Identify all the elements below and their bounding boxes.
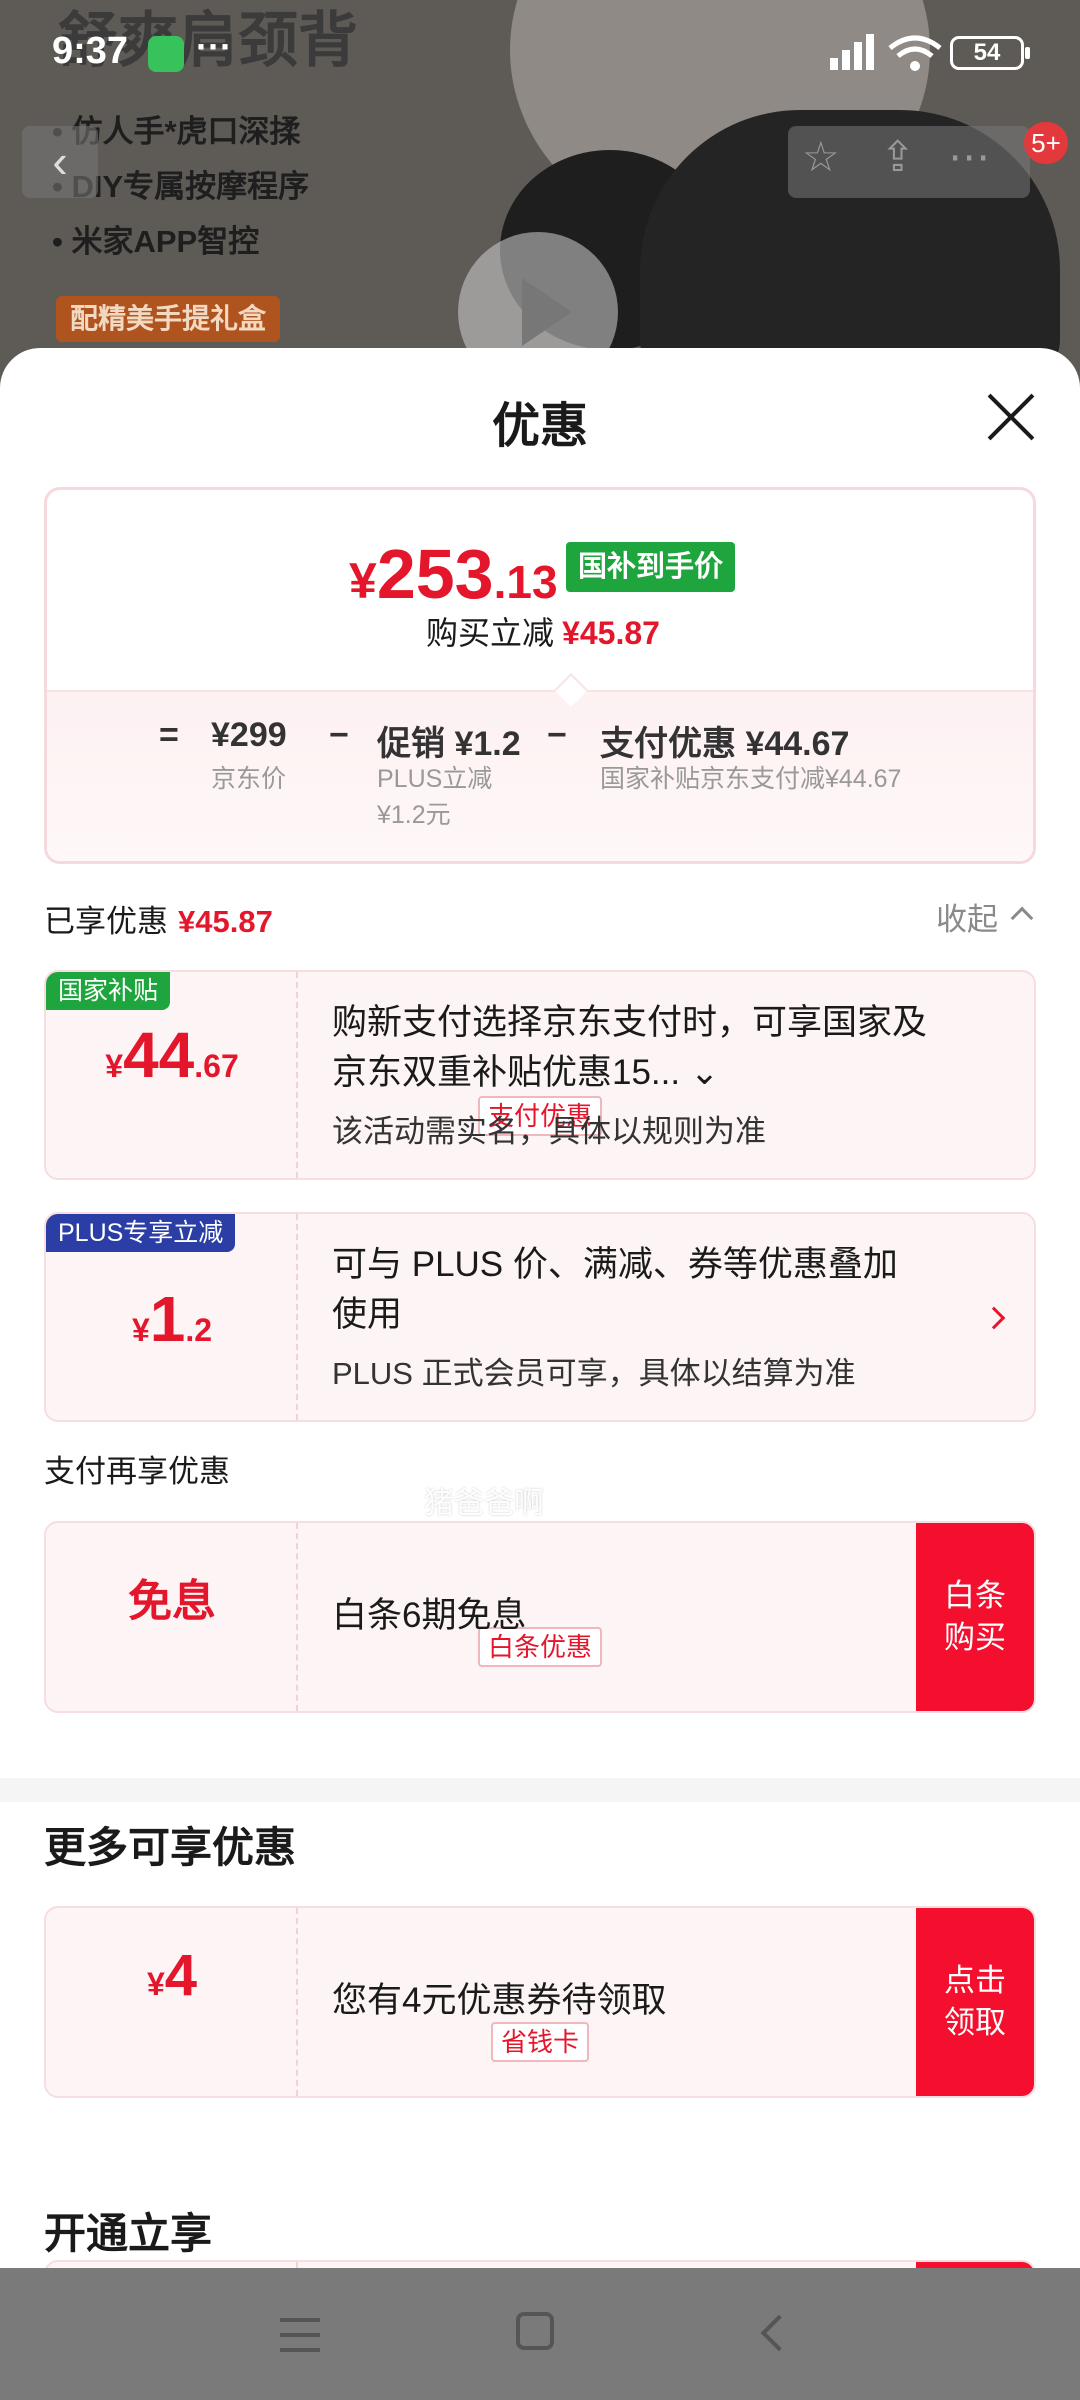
final-price-dec: .13 bbox=[493, 556, 558, 608]
reduce-value: ¥45.87 bbox=[562, 615, 660, 651]
subsidy-tag: 国家补贴 bbox=[46, 972, 171, 1010]
message-count-badge: 5+ bbox=[1024, 122, 1068, 164]
gov-subsidy-tag: 国补到手价 bbox=[566, 542, 736, 592]
minus-sign: − bbox=[547, 716, 567, 754]
minus-sign: − bbox=[329, 716, 349, 754]
system-navigation-bar bbox=[0, 2268, 1080, 2400]
coupon-card-saver[interactable]: ¥4 省钱卡 您有4元优惠券待领取 点击 领取 bbox=[44, 1906, 1036, 2098]
coupon-card-plus[interactable]: PLUS专享立减 ¥1.2 可与 PLUS 价、满减、券等优惠叠加 使用 PLU… bbox=[44, 1212, 1036, 1422]
baitiao-card[interactable]: 免息 白条优惠 白条6期免息 白条 购买 bbox=[44, 1521, 1036, 1713]
pay-section-title: 支付再享优惠 bbox=[44, 1454, 230, 1489]
coupon-amount: ¥1.2 bbox=[46, 1282, 298, 1356]
coupon-desc: 白条6期免息 bbox=[332, 1596, 527, 1635]
more-icon[interactable]: ⋯ bbox=[948, 132, 990, 181]
gift-badge: 配精美手提礼盒 bbox=[56, 296, 281, 342]
open-enjoy-title: 开通立享 bbox=[44, 2210, 213, 2257]
claim-coupon-button[interactable]: 点击 领取 bbox=[916, 1908, 1034, 2096]
baitiao-buy-button[interactable]: 白条 购买 bbox=[916, 1523, 1034, 1711]
equals-sign: = bbox=[159, 716, 179, 754]
section-divider bbox=[0, 1778, 1080, 1802]
hero-bullet: • 米家APP智控 bbox=[52, 224, 260, 259]
amount-int: 4 bbox=[164, 1943, 198, 2008]
status-time: 9:37 bbox=[52, 30, 129, 72]
coupon-desc: 可与 PLUS 价、满减、券等优惠叠加 bbox=[332, 1245, 898, 1284]
amount-int: 1 bbox=[149, 1283, 186, 1355]
promo-amount: 促销 ¥1.2 bbox=[377, 725, 521, 763]
coupon-amount: ¥44.67 bbox=[46, 1018, 298, 1092]
coupon-sub: 该活动需实名，具体以规则为准 bbox=[332, 1114, 766, 1149]
top-actions: ☆ ⇪ ⋯ bbox=[788, 126, 1030, 198]
enjoyed-value: ¥45.87 bbox=[178, 904, 273, 939]
amount-dec: .67 bbox=[194, 1048, 239, 1084]
coupon-card-subsidy[interactable]: 国家补贴 ¥44.67 支付优惠 购新支付选择京东支付时，可享国家及 京东双重补… bbox=[44, 970, 1036, 1180]
reduce-line: 购买立减 ¥45.87 bbox=[47, 608, 1033, 654]
membership-card[interactable] bbox=[44, 2260, 1036, 2268]
amount-int: 44 bbox=[123, 1019, 195, 1091]
collapse-button[interactable]: 收起 bbox=[936, 894, 998, 939]
coupon-amount: ¥4 bbox=[46, 1942, 298, 2009]
app-notification-icon bbox=[148, 36, 184, 72]
back-button[interactable]: ‹ bbox=[22, 126, 98, 198]
interest-free-label: 免息 bbox=[128, 1577, 216, 1626]
discount-sheet: 优惠 ¥253.13 国补到手价 购买立减 ¥45.87 = ¥299 京东价 −… bbox=[0, 348, 1080, 2268]
base-price: ¥299 bbox=[211, 716, 287, 754]
wifi-icon bbox=[888, 35, 942, 71]
amount-symbol: ¥ bbox=[105, 1048, 124, 1084]
sheet-title: 优惠 bbox=[491, 400, 588, 453]
status-more-icon: ··· bbox=[196, 26, 232, 67]
plus-tag: PLUS专享立减 bbox=[46, 1214, 236, 1252]
coupon-sub: PLUS 正式会员可享，具体以结算为准 bbox=[332, 1356, 856, 1391]
price-summary-card: ¥253.13 国补到手价 购买立减 ¥45.87 = ¥299 京东价 − 促销… bbox=[44, 487, 1036, 864]
promo-sub-value: ¥1.2元 bbox=[377, 801, 451, 829]
battery-indicator: 54 bbox=[950, 36, 1030, 70]
enjoyed-discount: 已享优惠 ¥45.87 bbox=[44, 896, 273, 941]
base-price-label: 京东价 bbox=[211, 765, 287, 793]
signal-icon bbox=[830, 34, 874, 70]
home-icon[interactable] bbox=[516, 2312, 554, 2350]
recent-apps-icon[interactable] bbox=[280, 2318, 320, 2352]
watermark: 猪爸爸啊 bbox=[424, 1487, 544, 1520]
reduce-label: 购买立减 bbox=[426, 615, 555, 651]
final-price: ¥253.13 bbox=[349, 534, 558, 614]
pay-discount-sub: 国家补贴京东支付减¥44.67 bbox=[600, 765, 902, 793]
coupon-desc: 您有4元优惠券待领取 bbox=[332, 1981, 667, 2020]
pay-discount: 支付优惠 ¥44.67 bbox=[600, 725, 850, 763]
back-icon[interactable] bbox=[760, 2314, 798, 2352]
coupon-desc: 购新支付选择京东支付时，可享国家及 bbox=[332, 1003, 928, 1042]
share-icon[interactable]: ⇪ bbox=[880, 132, 915, 181]
enjoyed-label: 已享优惠 bbox=[44, 904, 168, 939]
amount-dec: .2 bbox=[185, 1312, 213, 1348]
coupon-desc-line2: 使用 bbox=[332, 1295, 403, 1334]
chevron-right-icon[interactable] bbox=[982, 1306, 1006, 1330]
final-price-symbol: ¥ bbox=[349, 553, 377, 609]
amount-symbol: ¥ bbox=[131, 1312, 150, 1348]
more-discounts-title: 更多可享优惠 bbox=[44, 1824, 297, 1871]
coupon-desc-expand[interactable]: 京东双重补贴优惠15... ⌄ bbox=[332, 1048, 719, 1098]
star-icon[interactable]: ☆ bbox=[802, 132, 840, 181]
chevron-up-icon[interactable] bbox=[1010, 906, 1034, 930]
promo-sub: PLUS立减 bbox=[377, 765, 493, 793]
coupon-kind: 省钱卡 bbox=[490, 2022, 590, 2062]
final-price-int: 253 bbox=[376, 535, 494, 613]
amount-symbol: ¥ bbox=[146, 1966, 165, 2002]
close-icon[interactable] bbox=[986, 392, 1036, 442]
